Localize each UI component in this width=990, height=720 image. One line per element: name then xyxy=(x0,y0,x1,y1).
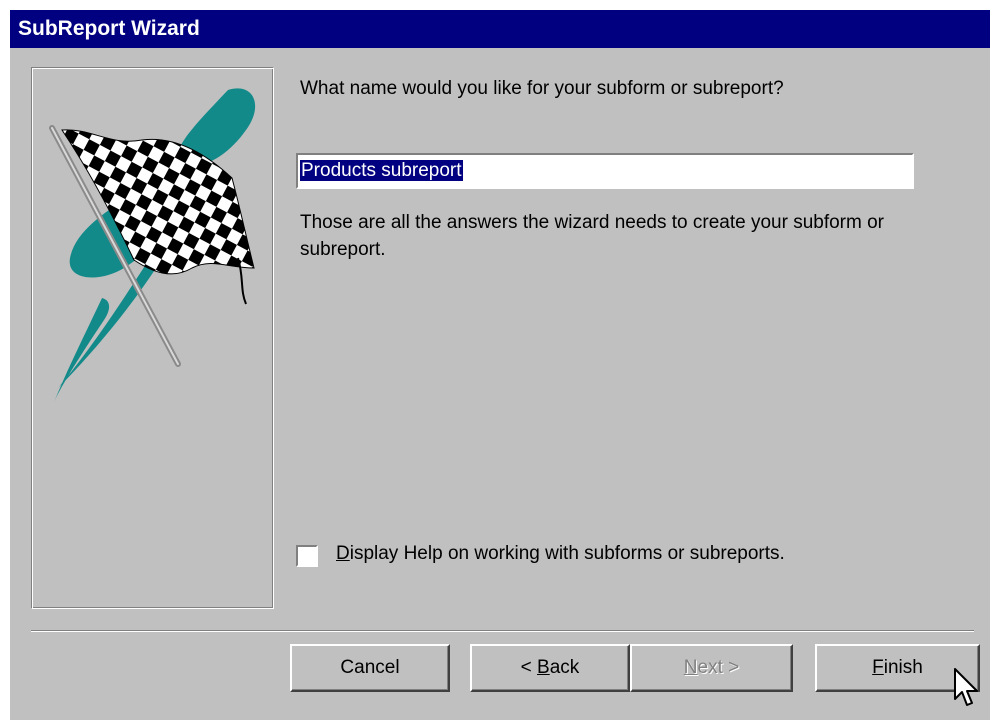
back-button-label: ack xyxy=(549,657,580,678)
title-bar[interactable]: SubReport Wizard xyxy=(10,10,990,48)
subreport-name-value: Products subreport xyxy=(300,160,463,181)
next-button[interactable]: Next > xyxy=(630,644,793,692)
subreport-name-input[interactable]: Products subreport xyxy=(296,153,914,189)
mouse-pointer-icon xyxy=(954,668,978,706)
finish-button-label: inish xyxy=(883,657,923,678)
display-help-label[interactable]: Display Help on working with subforms or… xyxy=(336,540,785,567)
back-button-prefix: < xyxy=(520,657,538,678)
subreport-wizard-window: SubReport Wizard What name would you lik… xyxy=(10,10,990,720)
wizard-graphic-panel xyxy=(31,67,274,609)
button-separator xyxy=(31,630,974,632)
display-help-checkbox[interactable] xyxy=(296,545,318,567)
window-title: SubReport Wizard xyxy=(18,17,200,40)
cancel-button[interactable]: Cancel xyxy=(290,644,450,692)
next-button-label: ext > xyxy=(697,657,740,678)
back-button-mnemonic: B xyxy=(537,657,550,678)
back-button[interactable]: < Back xyxy=(470,644,630,692)
display-help-mnemonic: D xyxy=(336,543,350,564)
name-prompt: What name would you like for your subfor… xyxy=(300,78,784,99)
display-help-label-text: isplay Help on working with subforms or … xyxy=(349,543,785,564)
checkered-flag-icon xyxy=(49,88,256,402)
finish-button-mnemonic: F xyxy=(872,657,884,678)
cancel-button-label: Cancel xyxy=(340,657,400,678)
completion-info-text: Those are all the answers the wizard nee… xyxy=(300,212,885,260)
next-button-mnemonic: N xyxy=(683,657,698,678)
